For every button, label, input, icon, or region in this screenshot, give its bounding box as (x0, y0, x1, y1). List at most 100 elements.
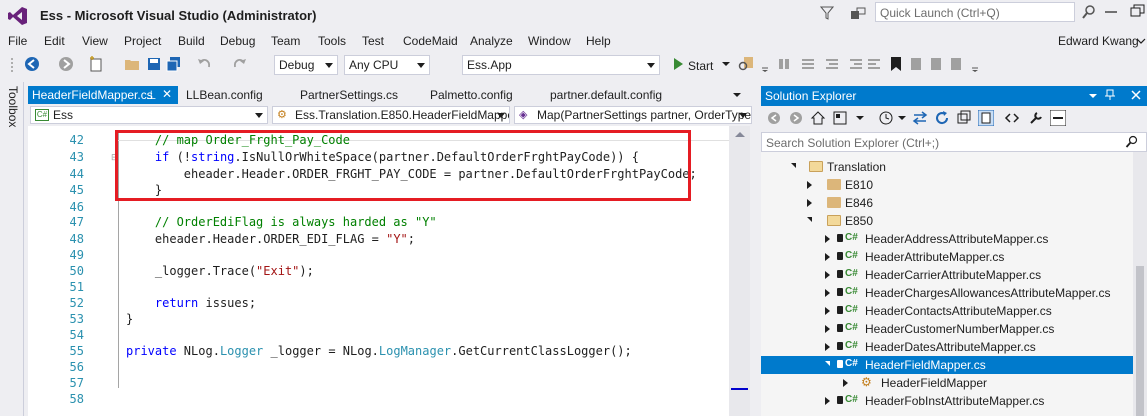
bookmark-toggle-icon[interactable] (776, 56, 792, 72)
home-icon[interactable] (810, 110, 826, 126)
menu-project[interactable]: Project (124, 34, 161, 48)
tree-item-cs-file[interactable]: C# HeaderContactsAttributeMapper.cs (761, 302, 1137, 320)
menu-codemaid[interactable]: CodeMaid (403, 34, 458, 48)
menu-test[interactable]: Test (362, 34, 384, 48)
code-line[interactable]: private NLog.Logger _logger = NLog.LogMa… (126, 344, 632, 358)
code-line[interactable]: eheader.Header.ORDER_EDI_FLAG = "Y"; (126, 232, 415, 246)
close-icon[interactable]: ✕ (162, 87, 172, 101)
tree-item-cs-file[interactable]: C# HeaderCustomerNumberMapper.cs (761, 320, 1137, 338)
tree-item-cs-file[interactable]: C# HeaderFobInstAttributeMapper.cs (761, 392, 1137, 410)
minimize-icon[interactable] (1104, 4, 1118, 18)
prev-bookmark-icon[interactable] (908, 56, 924, 72)
open-folder-icon[interactable] (124, 56, 140, 72)
show-all-files-icon[interactable] (978, 110, 994, 126)
collapsed-arrow-icon[interactable] (825, 343, 830, 351)
restore-icon[interactable] (1130, 4, 1147, 18)
code-line[interactable]: } (126, 312, 133, 326)
menu-window[interactable]: Window (528, 34, 571, 48)
user-account[interactable]: Edward Kwang (1058, 34, 1139, 48)
tree-item-selected-cs-file[interactable]: C# HeaderFieldMapper.cs (761, 356, 1133, 374)
comment-out-icon[interactable] (800, 56, 816, 72)
tree-item-e810[interactable]: E810 (761, 176, 1137, 194)
dropdown-icon[interactable] (894, 110, 910, 126)
bookmark-icon[interactable] (888, 56, 904, 72)
notifications-icon[interactable] (850, 6, 866, 22)
tree-item-e850[interactable]: E850 (761, 212, 1137, 230)
tree-item-class[interactable]: ⚙ HeaderFieldMapper (761, 374, 1137, 392)
project-dropdown[interactable]: C# Ess (30, 106, 268, 124)
tree-item-cs-file[interactable]: C# HeaderDatesAttributeMapper.cs (761, 338, 1137, 356)
collapsed-arrow-icon[interactable] (825, 235, 830, 243)
switch-views-icon[interactable] (832, 110, 848, 126)
find-in-files-icon[interactable] (738, 56, 754, 72)
member-dropdown[interactable]: ◈ Map(PartnerSettings partner, OrderType… (514, 106, 752, 124)
navigate-forward-icon[interactable] (58, 56, 74, 72)
undo-icon[interactable] (196, 56, 212, 72)
refresh-icon[interactable] (934, 110, 950, 126)
solution-explorer-search-input[interactable]: Search Solution Explorer (Ctrl+;) (761, 132, 1147, 152)
toolbar-overflow-icon[interactable] (970, 56, 986, 72)
start-dropdown-icon[interactable] (718, 56, 734, 72)
preview-selected-items-icon[interactable] (1050, 110, 1066, 126)
tree-item-translation[interactable]: Translation (761, 158, 1137, 176)
code-line[interactable]: return issues; (126, 296, 256, 310)
tree-item-e846[interactable]: E846 (761, 194, 1137, 212)
solution-platform-select[interactable]: Any CPU (344, 55, 430, 75)
outdent-icon[interactable] (866, 56, 882, 72)
collapsed-arrow-icon[interactable] (807, 181, 812, 189)
tab-partnersettings[interactable]: PartnerSettings.cs (296, 86, 416, 104)
menu-analyze[interactable]: Analyze (470, 34, 513, 48)
scroll-up-icon[interactable] (734, 130, 746, 138)
pin-icon[interactable] (1104, 89, 1116, 101)
close-icon[interactable] (1130, 89, 1142, 101)
collapsed-arrow-icon[interactable] (807, 199, 812, 207)
collapsed-arrow-icon[interactable] (825, 325, 830, 333)
save-all-icon[interactable] (166, 56, 182, 72)
redo-icon[interactable] (232, 56, 248, 72)
tree-item-cs-file[interactable]: C# HeaderAddressAttributeMapper.cs (761, 230, 1137, 248)
tab-pin-icon[interactable]: ⊥ (146, 88, 156, 102)
menu-file[interactable]: File (8, 34, 27, 48)
code-line[interactable]: _logger.Trace("Exit"); (126, 264, 314, 278)
dropdown-icon[interactable] (852, 110, 868, 126)
start-debugging-icon[interactable] (670, 56, 686, 72)
menu-team[interactable]: Team (271, 34, 300, 48)
startup-project-select[interactable]: Ess.App (462, 55, 660, 75)
tab-llbean-config[interactable]: LLBean.config (182, 86, 272, 104)
next-bookmark-icon[interactable] (928, 56, 944, 72)
save-icon[interactable] (146, 56, 162, 72)
search-icon[interactable] (1125, 135, 1139, 149)
filter-icon[interactable] (820, 6, 834, 20)
collapsed-arrow-icon[interactable] (825, 253, 830, 261)
toolbar-grip-icon[interactable] (8, 56, 24, 72)
menu-debug[interactable]: Debug (220, 34, 255, 48)
collapsed-arrow-icon[interactable] (825, 271, 830, 279)
tree-item-cs-file[interactable]: C# HeaderCarrierAttributeMapper.cs (761, 266, 1137, 284)
start-button[interactable]: Start (688, 59, 713, 73)
indent-icon[interactable] (848, 56, 864, 72)
quick-launch-input[interactable]: Quick Launch (Ctrl+Q) (875, 2, 1075, 22)
chevron-down-icon[interactable] (1136, 36, 1146, 46)
tree-item-cs-file[interactable]: C# HeaderChargesAllowancesAttributeMappe… (761, 284, 1137, 302)
collapsed-arrow-icon[interactable] (825, 397, 830, 405)
view-code-icon[interactable] (1004, 110, 1020, 126)
collapsed-arrow-icon[interactable] (843, 379, 848, 387)
expanded-arrow-icon[interactable] (791, 163, 796, 168)
tab-overflow-icon[interactable] (732, 90, 742, 100)
tree-item-cs-file[interactable]: C# HeaderAttributeMapper.cs (761, 248, 1137, 266)
editor-vertical-scrollbar[interactable] (729, 126, 750, 416)
tab-partner-default-config[interactable]: partner.default.config (546, 86, 686, 104)
type-dropdown[interactable]: ⚙ Ess.Translation.E850.HeaderFieldMapper (272, 106, 510, 124)
collapsed-arrow-icon[interactable] (825, 307, 830, 315)
collapsed-arrow-icon[interactable] (825, 289, 830, 297)
solution-configuration-select[interactable]: Debug (274, 55, 338, 75)
tab-headerfieldmapper[interactable]: HeaderFieldMapper.cs ⊥ ✕ (28, 86, 178, 104)
forward-icon[interactable] (788, 110, 804, 126)
navigate-back-icon[interactable] (24, 56, 40, 72)
toolbar-overflow-icon[interactable] (760, 56, 776, 72)
sync-with-document-icon[interactable] (912, 110, 928, 126)
window-dropdown-icon[interactable] (1088, 91, 1098, 101)
toolbox-tab[interactable]: Toolbox (4, 86, 20, 146)
new-project-icon[interactable] (88, 56, 104, 72)
uncomment-icon[interactable] (824, 56, 840, 72)
